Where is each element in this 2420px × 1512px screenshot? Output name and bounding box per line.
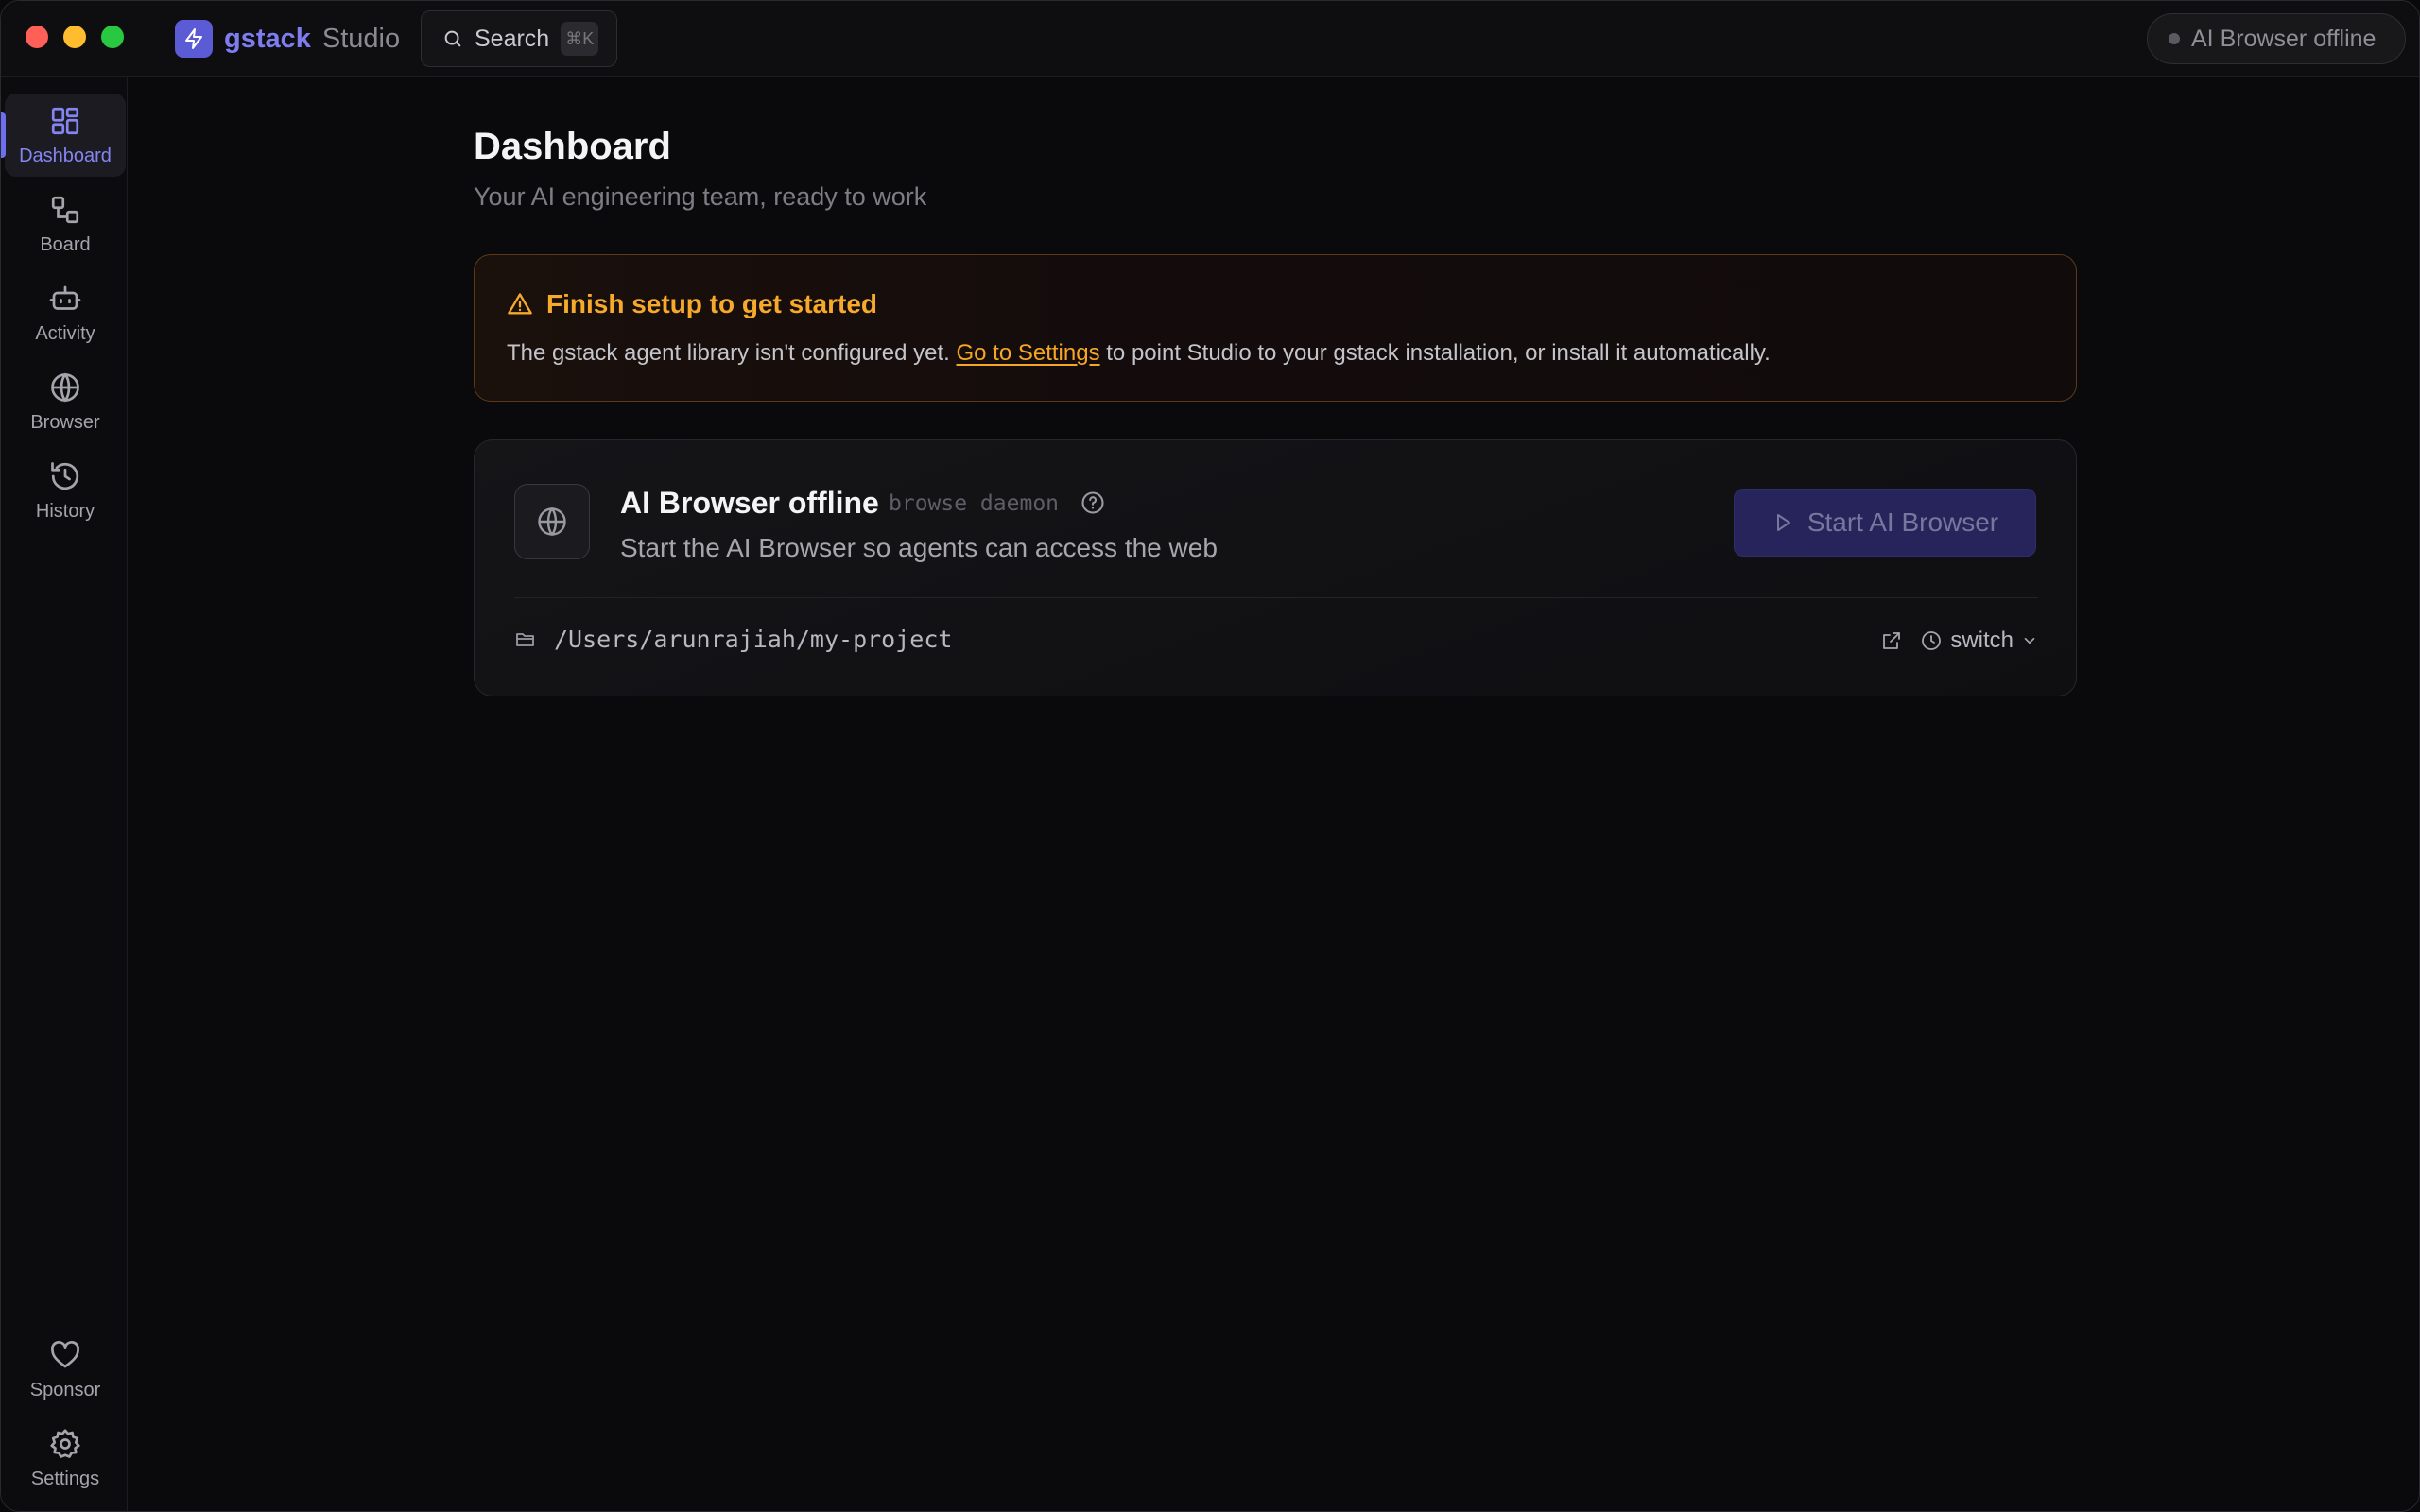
warning-header: Finish setup to get started [507,289,877,319]
sidebar-item-browser[interactable]: Browser [5,360,126,443]
search-icon [444,30,461,47]
dashboard-icon [51,107,79,134]
sidebar-item-label: Board [40,233,91,255]
external-link-icon [1883,632,1901,649]
robot-icon [49,285,81,310]
browser-card-title: AI Browser offline [620,486,879,520]
go-to-settings-link[interactable]: Go to Settings [957,340,1100,366]
search-button[interactable]: Search ⌘K [421,10,617,67]
sidebar-item-dashboard[interactable]: Dashboard [1,94,126,177]
browser-status-text: AI Browser offline [2191,25,2377,52]
sidebar-item-history[interactable]: History [5,449,126,532]
browser-status-badge[interactable]: AI Browser offline [2147,13,2406,64]
sidebar-item-label: Browser [30,411,100,433]
browser-daemon-tag: browse daemon [889,491,1060,516]
start-button-label: Start AI Browser [1806,507,1999,537]
start-ai-browser-button[interactable]: Start AI Browser [1734,489,2036,557]
heart-icon [51,1340,79,1367]
warning-title: Finish setup to get started [546,289,878,318]
switch-project-button[interactable]: switch [1920,627,2038,654]
search-label: Search [475,25,550,52]
minimize-window-button[interactable] [63,26,86,48]
maximize-window-button[interactable] [101,26,124,48]
app-brand: gstack Studio [175,20,400,58]
browser-card-description: Start the AI Browser so agents can acces… [620,533,1218,562]
sidebar-item-settings[interactable]: Settings [5,1417,126,1500]
warning-message: The gstack agent library isn't configure… [507,340,1771,367]
project-path-row: /Users/arunrajiah/my-project [514,626,952,653]
sidebar-item-sponsor[interactable]: Sponsor [5,1328,126,1411]
brand-subtitle: Studio [321,23,401,54]
warning-icon [508,293,532,315]
ai-browser-card: AI Browser offline browse daemon Start t… [474,439,2077,696]
globe-icon [51,371,79,403]
status-dot-icon [2169,33,2180,44]
project-path: /Users/arunrajiah/my-project [554,626,953,653]
sidebar-item-label: Settings [30,1468,100,1489]
brand-name: gstack [224,23,311,54]
project-actions: switch [1880,627,2038,654]
play-icon [1776,514,1790,531]
globe-icon [538,507,566,537]
sidebar-item-activity[interactable]: Activity [5,271,126,354]
sidebar: Dashboard Board Activity Browser History… [1,77,128,1511]
history-icon [51,461,79,490]
switch-label: switch [1950,627,2014,653]
warning-text-before: The gstack agent library isn't configure… [507,340,957,366]
chevron-down-icon [2024,637,2035,644]
folder-icon [516,632,534,646]
clock-icon [1922,631,1942,650]
sidebar-item-label: Sponsor [29,1379,101,1400]
sidebar-item-label: History [35,500,95,522]
browser-globe-tile [514,484,590,559]
board-icon [51,196,79,223]
app-window: gstack Studio Search ⌘K AI Browser offli… [0,0,2420,1512]
sidebar-item-label: Activity [35,322,95,344]
close-window-button[interactable] [26,26,48,48]
lightning-icon [175,20,213,58]
sidebar-item-board[interactable]: Board [5,182,126,266]
setup-warning-banner: Finish setup to get started The gstack a… [474,254,2077,402]
help-icon[interactable] [1080,490,1106,521]
search-shortcut: ⌘K [561,22,599,56]
open-external-button[interactable] [1880,629,1903,652]
title-bar: gstack Studio Search ⌘K AI Browser offli… [1,1,2419,77]
warning-text-after: to point Studio to your gstack installat… [1099,340,1771,366]
gear-icon [50,1428,80,1458]
sidebar-item-label: Dashboard [19,145,112,166]
page-subtitle: Your AI engineering team, ready to work [474,182,927,211]
card-divider [514,597,2038,598]
page-title: Dashboard [474,126,671,167]
